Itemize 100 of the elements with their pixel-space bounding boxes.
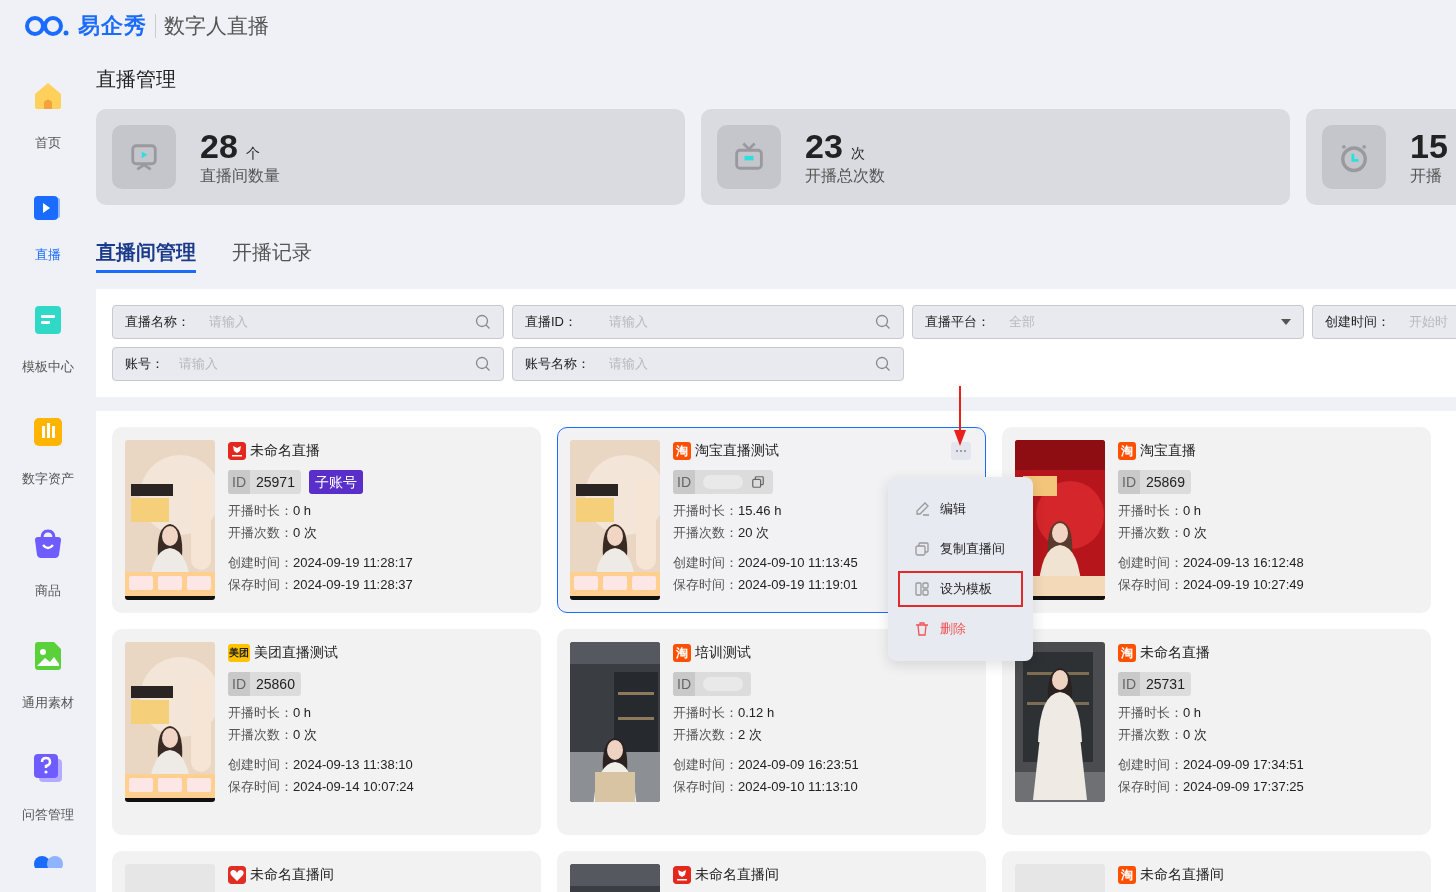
id-badge: ID [673,470,773,494]
field-value: 2024-09-19 11:28:37 [293,576,413,594]
sidebar-item[interactable]: 通用素材 [22,694,74,712]
logo-icon [24,15,70,37]
sidebar-item[interactable]: 问答管理 [22,806,74,824]
pencil-icon [914,501,930,517]
sidebar-item[interactable]: 数字资产 [22,470,74,488]
sidebar-item[interactable]: 首页 [35,134,61,152]
field-label: 创建时间： [228,756,293,774]
field-label: 开播次数： [673,726,738,744]
stat-unit: 次 [850,145,865,163]
trash-icon [914,621,930,637]
room-name: 未命名直播间 [250,866,334,884]
room-name: 未命名直播 [1140,644,1210,662]
field-label: 开播时长： [673,704,738,722]
field-value: 0 次 [293,726,317,744]
field-label: 开播时长： [673,502,738,520]
copy-icon [914,541,930,557]
field-label: 保存时间： [1118,576,1183,594]
room-name: 未命名直播间 [695,866,779,884]
stat-unit: 个 [245,145,260,163]
room-name: 未命名直播 [250,442,320,460]
room-name: 淘宝直播测试 [695,442,779,460]
field-label: 创建时间： [1118,554,1183,572]
arrow-icon [954,386,966,446]
field-value: 0 次 [1183,726,1207,744]
field-value: 2024-09-13 11:38:10 [293,756,413,774]
sidebar-item[interactable]: 模板中心 [22,358,74,376]
field-label: 开播次数： [1118,726,1183,744]
field-value: 2 次 [738,726,762,744]
sidebar-item[interactable]: 直播 [35,246,61,264]
field-label: 开播次数： [228,524,293,542]
room-card[interactable]: 淘 未命名直播 ID 25731 开播时长：0 h 开播次数：0 次 创建时间：2024-09-09 17:34:51 保存时间：2024-09-09 17:37:25 [1002,629,1431,835]
room-card[interactable]: 美团 美团直播测试 ID 25860 开播时长：0 h 开播次数：0 次 创建时间：2024-09-13 11:38:10 保存时间：2024-09-14 10:07:24 [112,629,541,835]
stat-value: 15 [1410,127,1448,166]
field-value: 2024-09-10 11:13:45 [738,554,858,572]
field-value: 15.46 h [738,502,782,520]
home-icon [32,80,64,112]
sidebar-item[interactable]: 商品 [35,582,61,600]
field-label: 创建时间： [673,756,738,774]
room-name: 美团直播测试 [254,644,338,662]
question-icon [32,752,64,784]
field-value: 0 h [1183,704,1202,722]
search-icon [875,314,891,330]
copy-icon[interactable] [751,475,765,489]
field-label: 开播次数： [673,524,738,542]
field-value: 0 次 [1183,524,1207,542]
field-label: 开播时长： [1118,704,1183,722]
field-label: 开播时长： [228,704,293,722]
room-card[interactable]: 未命名直播 ID 25971 子账号 开播时长：0 h 开播次数：0 次 创建时间：2024-09-19 11:28:17 保存时间：2024-09-19 11:28:37 [112,427,541,613]
field-label: 创建时间： [1118,756,1183,774]
room-name: 淘宝直播 [1140,442,1196,460]
layout-icon [914,581,930,597]
field-label: 保存时间： [228,576,293,594]
menu-item[interactable]: 设为模板 [898,571,1023,607]
field-value: 0 h [293,704,312,722]
field-value: 2024-09-19 11:19:01 [738,576,858,594]
id-badge: ID 25869 [1118,470,1191,494]
field-label: 开播时长： [228,502,293,520]
field-label: 保存时间： [1118,778,1183,796]
stat-value: 23 [805,127,843,166]
field-value: 2024-09-14 10:07:24 [293,778,414,796]
field-value: 0 h [293,502,312,520]
taobao-icon: 淘 [673,644,691,662]
field-value: 20 次 [738,524,770,542]
more-button[interactable] [951,442,971,460]
room-card[interactable]: 淘 未命名直播间 [1002,851,1431,892]
more-icon [955,449,967,453]
bars-icon [32,416,64,448]
field-value: 2024-09-09 17:34:51 [1183,756,1304,774]
field-label: 开播次数： [228,726,293,744]
field-label: 开播次数： [1118,524,1183,542]
meituan-icon: 美团 [228,644,250,662]
field-label: 创建时间： [228,554,293,572]
search-icon [475,314,491,330]
tab[interactable]: 直播间管理 [96,239,196,273]
taobao-icon: 淘 [1118,442,1136,460]
field-label: 创建时间： [673,554,738,572]
field-value: 2024-09-13 16:12:48 [1183,554,1304,572]
field-label: 开播时长： [1118,502,1183,520]
brand-name: 易企秀 [78,12,147,40]
stat-label: 直播间数量 [200,166,280,186]
caret-icon [1281,319,1291,325]
document-icon [32,304,64,336]
field-label: 保存时间： [228,778,293,796]
stat-value: 28 [200,127,238,166]
field-value: 2024-09-19 11:28:17 [293,554,413,572]
field-value: 0.12 h [738,704,775,722]
room-name: 未命名直播间 [1140,866,1224,884]
search-icon [475,356,491,372]
taobao-icon: 淘 [1118,866,1136,884]
taobao-icon: 淘 [1118,644,1136,662]
field-label: 保存时间： [673,778,738,796]
room-card[interactable]: 未命名直播间 [557,851,986,892]
search-icon [875,356,891,372]
page-title: 直播管理 [96,67,176,92]
field-value: 0 次 [293,524,317,542]
sub-account-tag: 子账号 [308,470,363,494]
tab[interactable]: 开播记录 [232,239,312,273]
room-card[interactable]: 未命名直播间 [112,851,541,892]
